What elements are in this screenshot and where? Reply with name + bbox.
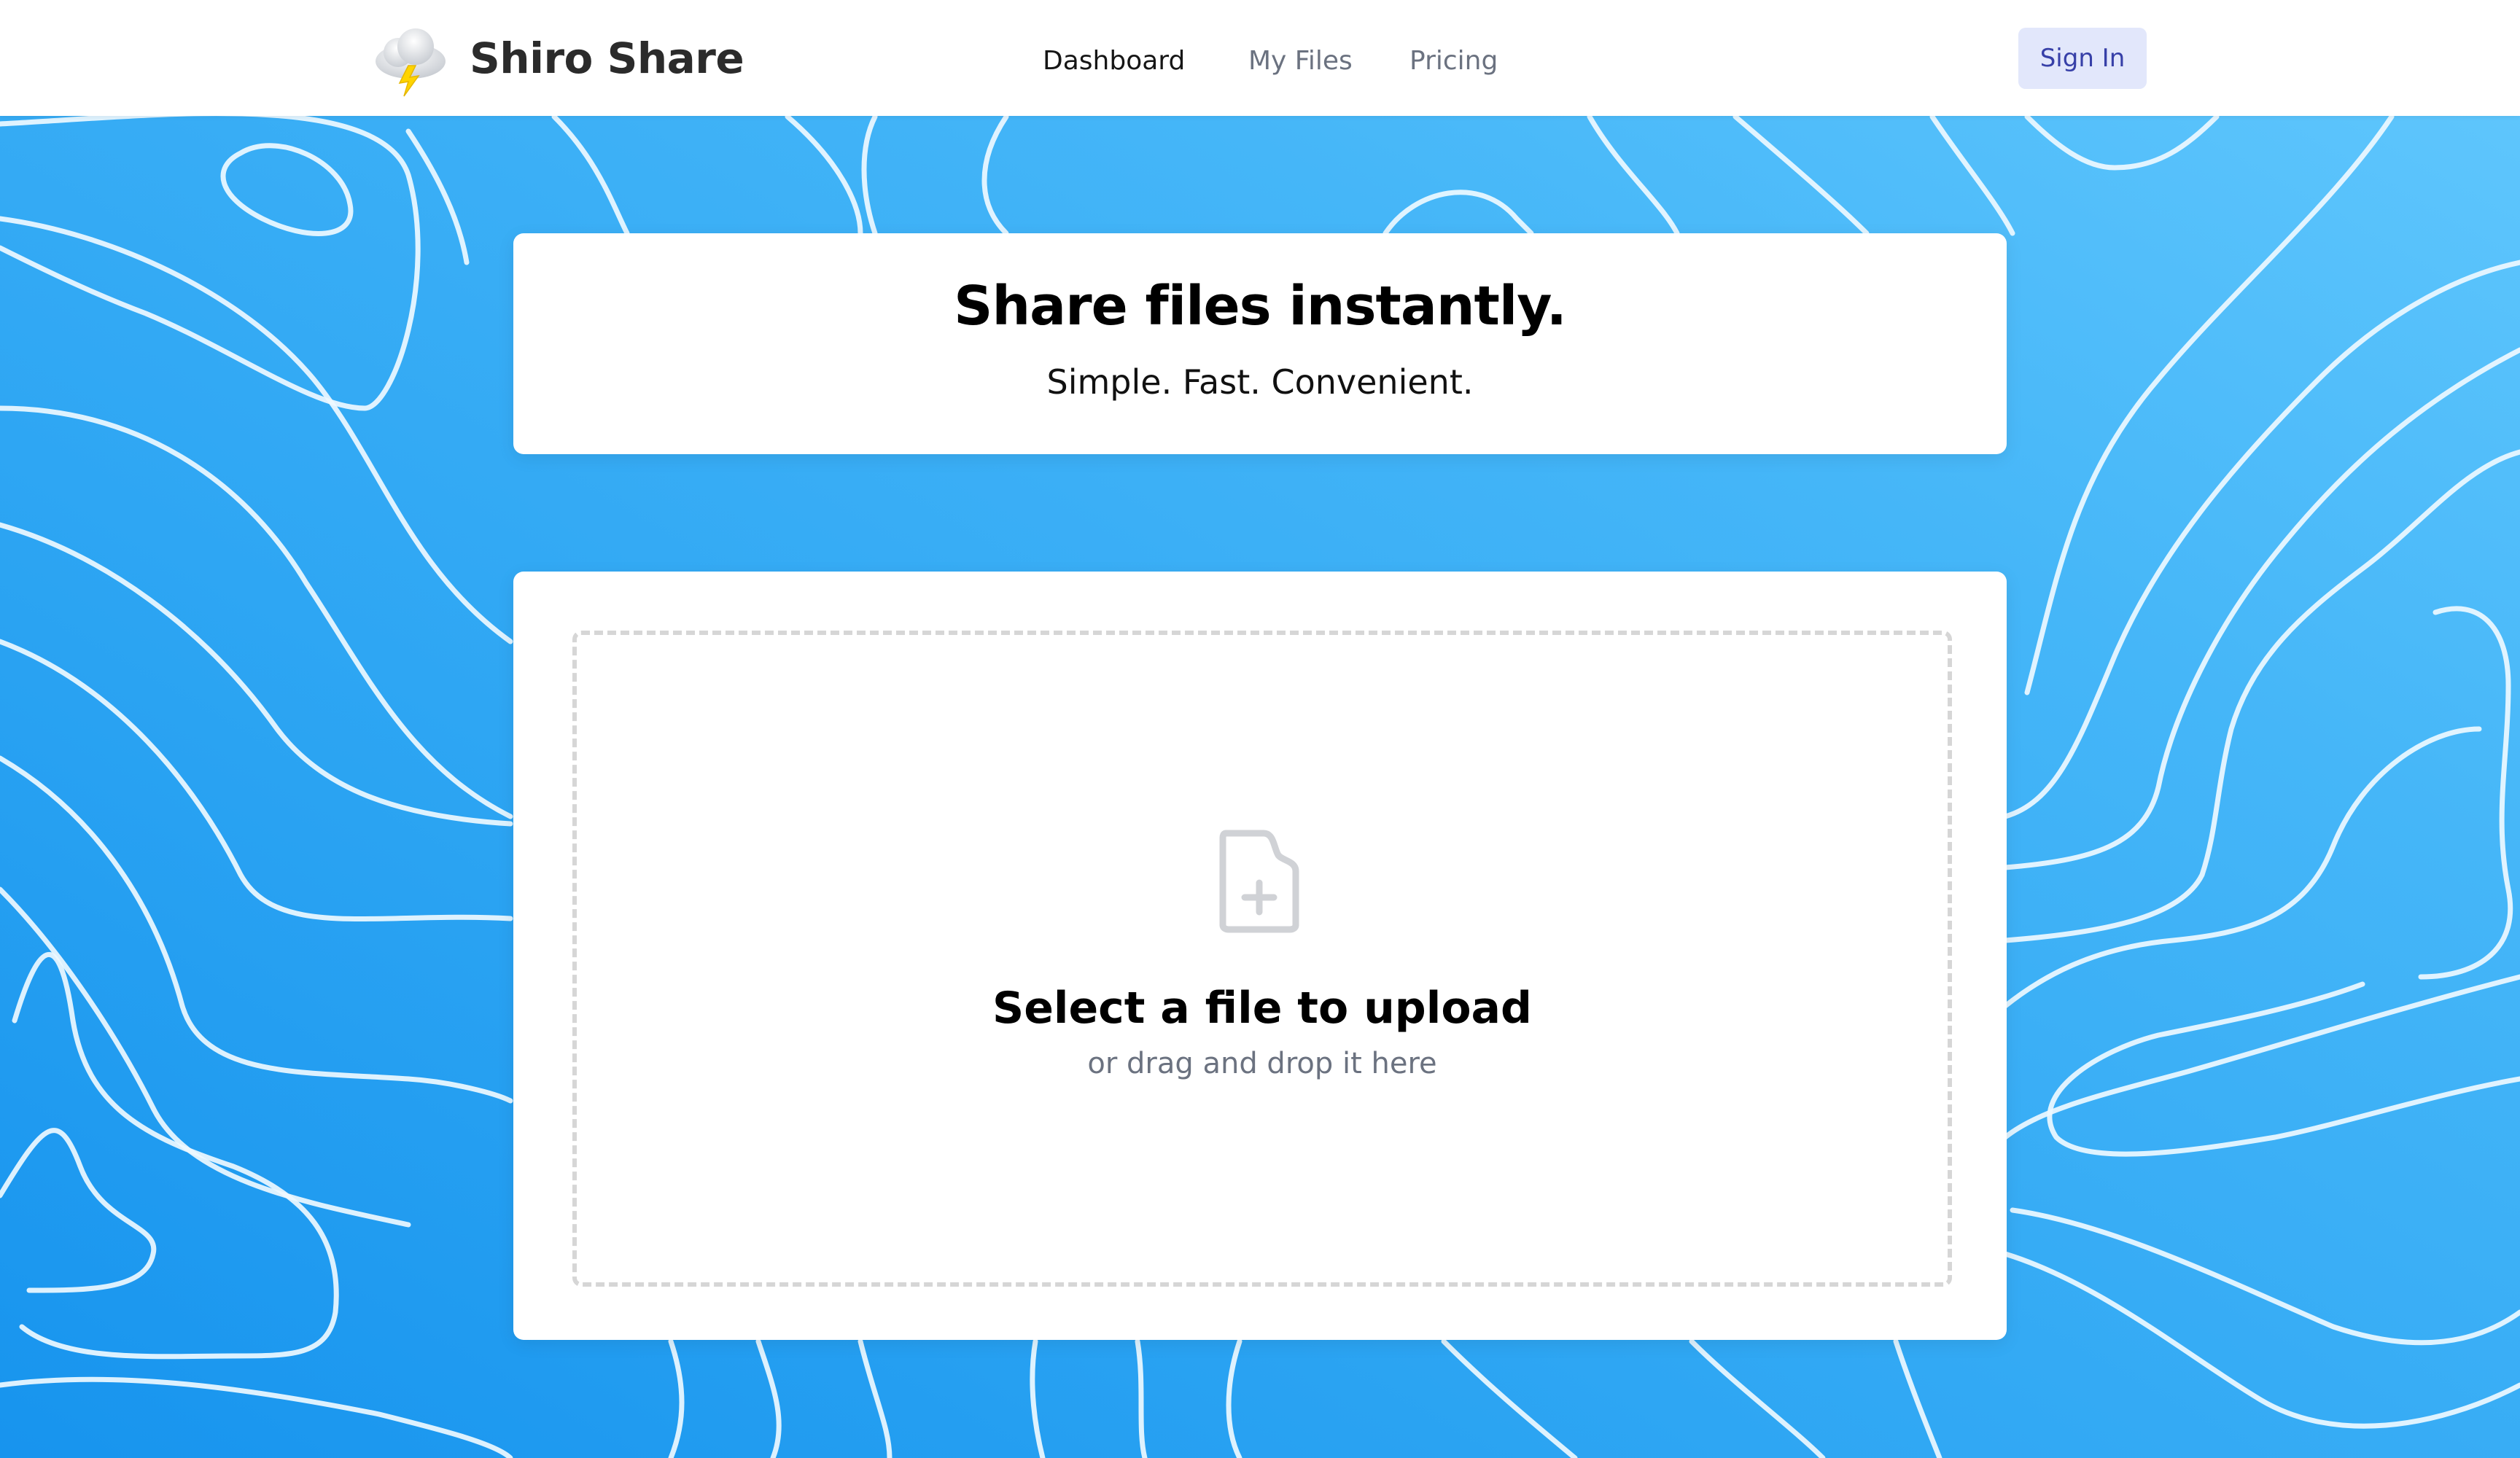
brand-name[interactable]: Shiro Share bbox=[470, 32, 744, 85]
hero-subtitle: Simple. Fast. Convenient. bbox=[1046, 362, 1474, 402]
upload-card: Select a file to upload or drag and drop… bbox=[513, 572, 2007, 1340]
nav-item-pricing[interactable]: Pricing bbox=[1409, 41, 1498, 82]
upload-subtitle: or drag and drop it here bbox=[1087, 1047, 1437, 1080]
file-dropzone[interactable]: Select a file to upload or drag and drop… bbox=[572, 631, 1952, 1287]
sign-in-button[interactable]: Sign In bbox=[2018, 28, 2147, 89]
top-navbar: Shiro Share Dashboard My Files Pricing S… bbox=[0, 0, 2520, 116]
file-add-icon bbox=[1216, 826, 1306, 935]
hero-card: Share files instantly. Simple. Fast. Con… bbox=[513, 233, 2007, 454]
upload-title: Select a file to upload bbox=[992, 983, 1532, 1034]
hero-title: Share files instantly. bbox=[954, 275, 1567, 338]
cloud-lightning-icon[interactable] bbox=[370, 17, 451, 98]
nav-item-dashboard[interactable]: Dashboard bbox=[1043, 41, 1185, 82]
nav-item-my-files[interactable]: My Files bbox=[1248, 41, 1353, 82]
